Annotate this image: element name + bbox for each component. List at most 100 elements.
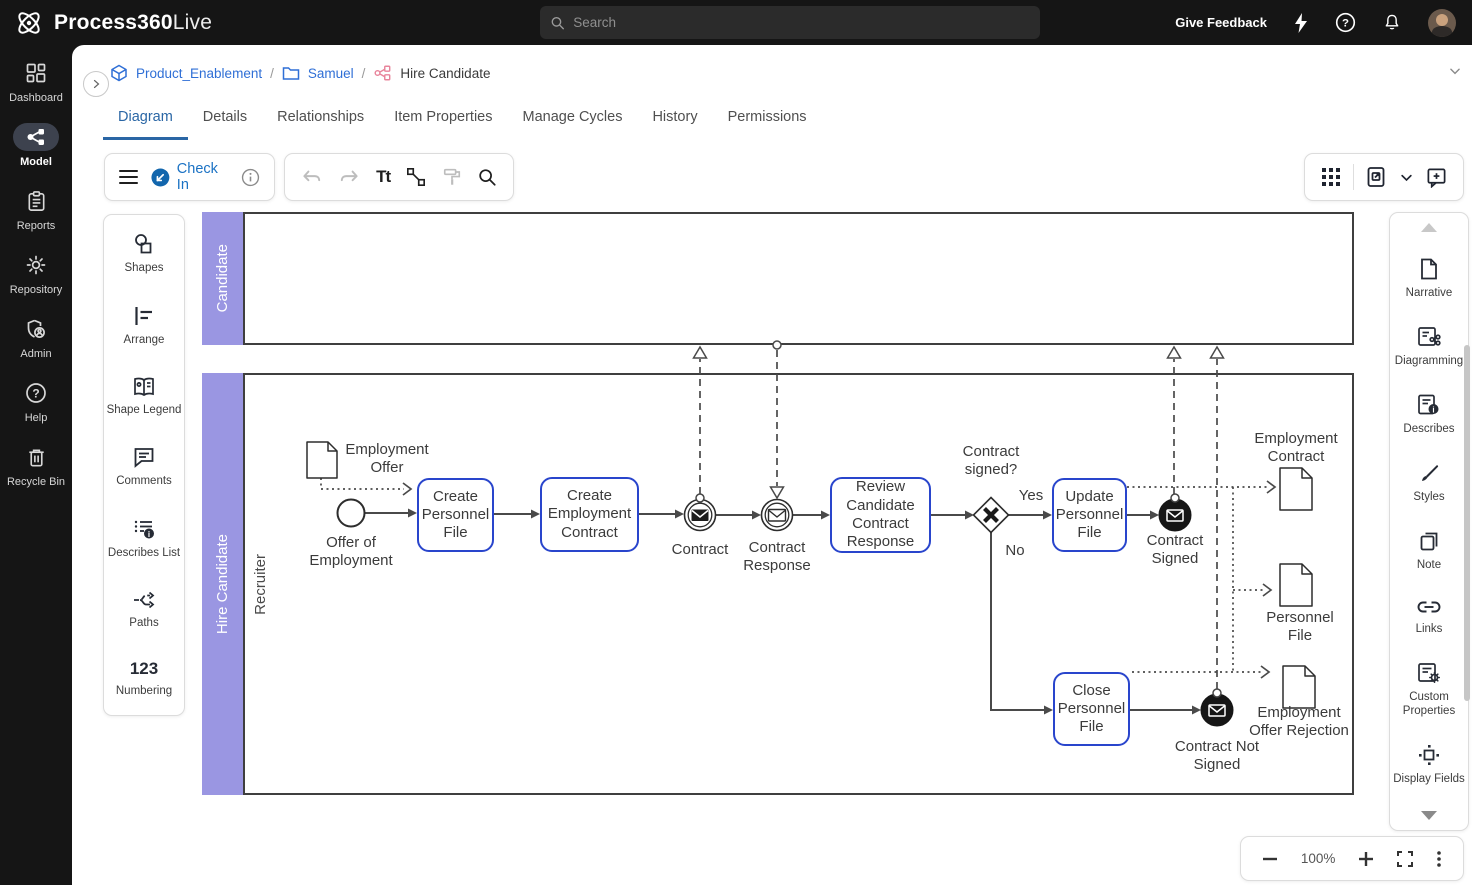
sidebar-item-model[interactable]: Model bbox=[0, 123, 72, 168]
end-event-contract-not-signed[interactable] bbox=[1202, 689, 1233, 726]
app-logo[interactable]: Process360Live bbox=[0, 7, 212, 39]
tab-permissions[interactable]: Permissions bbox=[713, 100, 822, 140]
xor-gateway-contract-signed[interactable] bbox=[974, 498, 1009, 533]
folder-icon bbox=[282, 65, 300, 81]
tool-numbering[interactable]: 123 Numbering bbox=[116, 659, 172, 698]
tool-arrange[interactable]: Arrange bbox=[124, 304, 165, 347]
task-create-employment-contract[interactable]: Create Employment Contract bbox=[540, 477, 639, 552]
note-icon bbox=[1417, 529, 1441, 553]
check-in-button[interactable]: Check In bbox=[151, 161, 228, 193]
zoom-controls: 100% bbox=[1240, 836, 1464, 881]
connector-icon[interactable] bbox=[406, 167, 426, 187]
tool-narrative[interactable]: Narrative bbox=[1406, 257, 1453, 300]
sidebar-item-reports[interactable]: Reports bbox=[0, 187, 72, 232]
narrative-icon bbox=[1418, 257, 1440, 281]
data-object-employment-contract[interactable] bbox=[1280, 468, 1312, 510]
start-event-offer-of-employment[interactable] bbox=[338, 500, 365, 527]
zoom-out-button[interactable] bbox=[1263, 857, 1277, 861]
tool-styles[interactable]: Styles bbox=[1413, 461, 1444, 504]
tool-links[interactable]: Links bbox=[1416, 597, 1443, 636]
view-toolbar bbox=[1304, 153, 1464, 201]
dashboard-icon bbox=[24, 61, 48, 85]
tab-history[interactable]: History bbox=[637, 100, 712, 140]
diagram-search-icon[interactable] bbox=[477, 167, 497, 187]
give-feedback-button[interactable]: Give Feedback bbox=[1175, 15, 1267, 30]
zoom-in-button[interactable] bbox=[1359, 852, 1373, 866]
collapse-header-chevron[interactable] bbox=[1448, 64, 1462, 83]
trash-icon bbox=[25, 446, 48, 469]
tool-shapes[interactable]: Shapes bbox=[124, 232, 163, 275]
sidebar-item-help[interactable]: ? Help bbox=[0, 379, 72, 424]
task-update-personnel-file[interactable]: Update Personnel File bbox=[1052, 478, 1127, 552]
notifications-bell-icon[interactable] bbox=[1382, 12, 1402, 33]
process-item-icon bbox=[373, 64, 392, 82]
breadcrumb-separator: / bbox=[362, 66, 366, 81]
export-document-icon[interactable] bbox=[1366, 166, 1386, 188]
panel-expand-button[interactable] bbox=[83, 71, 109, 97]
chevron-down-icon[interactable] bbox=[1399, 170, 1414, 185]
describes-icon: i bbox=[1416, 393, 1441, 417]
tool-diagramming[interactable]: Diagramming bbox=[1395, 325, 1463, 368]
checkin-toolbar: Check In bbox=[104, 153, 275, 201]
tool-display-fields[interactable]: Display Fields bbox=[1393, 743, 1465, 786]
message-catch-event-contract-response[interactable] bbox=[762, 500, 793, 531]
data-object-personnel-file[interactable] bbox=[1280, 564, 1312, 606]
text-style-glyph: Tt bbox=[376, 167, 390, 187]
format-painter-icon[interactable] bbox=[442, 167, 462, 187]
tool-describes[interactable]: i Describes bbox=[1403, 393, 1454, 436]
tool-note[interactable]: Note bbox=[1417, 529, 1441, 572]
global-search[interactable] bbox=[540, 6, 1040, 39]
breadcrumb-root-link[interactable]: Product_Enablement bbox=[136, 66, 262, 81]
user-avatar[interactable] bbox=[1428, 9, 1456, 37]
more-options-kebab-icon[interactable] bbox=[1437, 851, 1441, 867]
sidebar-item-dashboard[interactable]: Dashboard bbox=[0, 59, 72, 104]
tool-custom-properties[interactable]: Custom Properties bbox=[1392, 661, 1466, 719]
toolbar-divider bbox=[1353, 164, 1354, 190]
menu-hamburger-icon[interactable] bbox=[119, 169, 138, 185]
top-bar: Process360Live Give Feedback ? bbox=[0, 0, 1472, 45]
tool-label: Shapes bbox=[124, 261, 163, 275]
quick-actions-icon[interactable] bbox=[1293, 13, 1309, 33]
svg-text:?: ? bbox=[32, 386, 39, 400]
tab-manage-cycles[interactable]: Manage Cycles bbox=[508, 100, 638, 140]
diagram-tools-panel: Shapes Arrange Shape Legend Comments i D… bbox=[103, 214, 185, 716]
end-event-contract-signed[interactable] bbox=[1160, 494, 1191, 531]
tool-comments[interactable]: Comments bbox=[116, 445, 172, 488]
add-comment-icon[interactable] bbox=[1426, 167, 1447, 188]
fullscreen-icon[interactable] bbox=[1397, 851, 1413, 867]
data-object-employment-offer[interactable] bbox=[307, 442, 337, 478]
sidebar-item-recycle-bin[interactable]: Recycle Bin bbox=[0, 443, 72, 488]
tab-details[interactable]: Details bbox=[188, 100, 262, 140]
data-object-employment-offer-rejection[interactable] bbox=[1283, 666, 1315, 708]
sidebar-item-repository[interactable]: Repository bbox=[0, 251, 72, 296]
help-icon[interactable]: ? bbox=[1335, 12, 1356, 33]
describes-list-icon: i bbox=[132, 517, 157, 541]
panel-scroll-down-icon[interactable] bbox=[1421, 811, 1437, 820]
tool-paths[interactable]: Paths bbox=[129, 589, 158, 630]
links-icon bbox=[1416, 597, 1442, 617]
tool-shape-legend[interactable]: Shape Legend bbox=[107, 376, 182, 417]
logo-bold: Process360 bbox=[54, 11, 173, 34]
task-close-personnel-file[interactable]: Close Personnel File bbox=[1053, 672, 1130, 746]
tab-relationships[interactable]: Relationships bbox=[262, 100, 379, 140]
message-throw-event-contract[interactable] bbox=[685, 494, 716, 531]
sidebar-item-admin[interactable]: Admin bbox=[0, 315, 72, 360]
panel-scroll-up-icon[interactable] bbox=[1421, 223, 1437, 232]
info-icon[interactable] bbox=[241, 168, 260, 187]
task-create-personnel-file[interactable]: Create Personnel File bbox=[417, 478, 494, 552]
task-review-candidate-contract-response[interactable]: Review Candidate Contract Response bbox=[830, 477, 931, 553]
paths-icon bbox=[132, 589, 156, 611]
redo-icon[interactable] bbox=[338, 168, 360, 186]
tab-diagram[interactable]: Diagram bbox=[103, 100, 188, 140]
canvas-scrollbar[interactable] bbox=[1464, 345, 1470, 701]
sidebar-label: Recycle Bin bbox=[7, 476, 65, 488]
tool-describes-list[interactable]: i Describes List bbox=[108, 517, 180, 560]
search-input[interactable] bbox=[573, 15, 1030, 30]
sidebar-label: Help bbox=[25, 412, 48, 424]
breadcrumb-folder-link[interactable]: Samuel bbox=[308, 66, 354, 81]
tab-item-properties[interactable]: Item Properties bbox=[379, 100, 507, 140]
text-style-icon[interactable]: Tt bbox=[376, 167, 390, 187]
sidebar-label: Repository bbox=[10, 284, 63, 296]
undo-icon[interactable] bbox=[301, 168, 323, 186]
grid-apps-icon[interactable] bbox=[1321, 167, 1341, 187]
